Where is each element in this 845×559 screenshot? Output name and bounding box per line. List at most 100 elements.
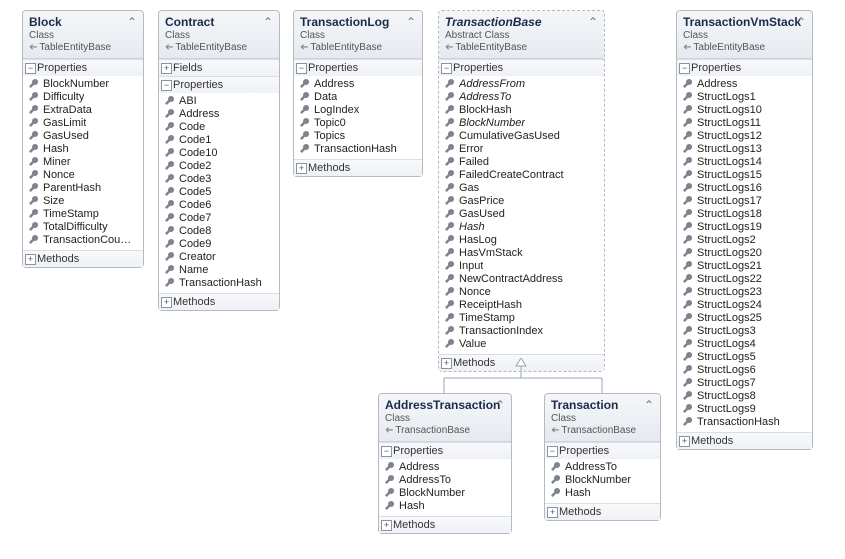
property-item[interactable]: StructLogs22 (683, 273, 808, 286)
minus-icon[interactable]: − (161, 80, 172, 91)
plus-icon[interactable]: + (25, 254, 36, 265)
section-properties[interactable]: −Properties (159, 76, 279, 93)
property-item[interactable]: BlockNumber (551, 474, 656, 487)
minus-icon[interactable]: − (381, 446, 392, 457)
property-item[interactable]: StructLogs14 (683, 156, 808, 169)
property-item[interactable]: GasPrice (445, 195, 600, 208)
section-methods[interactable]: +Methods (677, 432, 812, 449)
property-item[interactable]: Input (445, 260, 600, 273)
property-item[interactable]: Data (300, 91, 418, 104)
property-item[interactable]: StructLogs1 (683, 91, 808, 104)
minus-icon[interactable]: − (547, 446, 558, 457)
property-item[interactable]: HasLog (445, 234, 600, 247)
class-transaction[interactable]: TransactionClass➔TransactionBase⌃−Proper… (544, 393, 661, 521)
property-item[interactable]: FailedCreateContract (445, 169, 600, 182)
section-properties[interactable]: −Properties (23, 59, 143, 76)
class-header[interactable]: ContractClass➔TableEntityBase⌃ (159, 11, 279, 59)
collapse-chevron-icon[interactable]: ⌃ (406, 16, 416, 28)
property-item[interactable]: AddressTo (385, 474, 507, 487)
section-methods[interactable]: +Methods (439, 354, 604, 371)
property-item[interactable]: Code (165, 121, 275, 134)
property-item[interactable]: BlockHash (445, 104, 600, 117)
section-properties[interactable]: −Properties (294, 59, 422, 76)
class-contract[interactable]: ContractClass➔TableEntityBase⌃+Fields−Pr… (158, 10, 280, 311)
property-item[interactable]: ExtraData (29, 104, 139, 117)
section-methods[interactable]: +Methods (23, 250, 143, 267)
property-item[interactable]: HasVmStack (445, 247, 600, 260)
property-item[interactable]: StructLogs8 (683, 390, 808, 403)
property-item[interactable]: TransactionHash (300, 143, 418, 156)
property-item[interactable]: Code6 (165, 199, 275, 212)
section-fields[interactable]: +Fields (159, 59, 279, 76)
property-item[interactable]: StructLogs16 (683, 182, 808, 195)
property-item[interactable]: TotalDifficulty (29, 221, 139, 234)
property-item[interactable]: GasUsed (29, 130, 139, 143)
plus-icon[interactable]: + (679, 436, 690, 447)
collapse-chevron-icon[interactable]: ⌃ (796, 16, 806, 28)
section-methods[interactable]: +Methods (294, 159, 422, 176)
minus-icon[interactable]: − (679, 63, 690, 74)
plus-icon[interactable]: + (296, 163, 307, 174)
property-item[interactable]: Code3 (165, 173, 275, 186)
property-item[interactable]: Name (165, 264, 275, 277)
class-header[interactable]: TransactionLogClass➔TableEntityBase⌃ (294, 11, 422, 59)
property-item[interactable]: StructLogs24 (683, 299, 808, 312)
section-properties[interactable]: −Properties (545, 442, 660, 459)
property-item[interactable]: Topic0 (300, 117, 418, 130)
class-header[interactable]: AddressTransactionClass➔TransactionBase⌃ (379, 394, 511, 442)
property-item[interactable]: StructLogs2 (683, 234, 808, 247)
section-methods[interactable]: +Methods (159, 293, 279, 310)
property-item[interactable]: AddressTo (445, 91, 600, 104)
property-item[interactable]: StructLogs11 (683, 117, 808, 130)
section-methods[interactable]: +Methods (379, 516, 511, 533)
property-item[interactable]: StructLogs5 (683, 351, 808, 364)
property-item[interactable]: NewContractAddress (445, 273, 600, 286)
collapse-chevron-icon[interactable]: ⌃ (127, 16, 137, 28)
property-item[interactable]: TransactionHash (165, 277, 275, 290)
property-item[interactable]: Hash (29, 143, 139, 156)
property-item[interactable]: TransactionHash (683, 416, 808, 429)
property-item[interactable]: Difficulty (29, 91, 139, 104)
property-item[interactable]: GasLimit (29, 117, 139, 130)
property-item[interactable]: StructLogs7 (683, 377, 808, 390)
property-item[interactable]: Code9 (165, 238, 275, 251)
collapse-chevron-icon[interactable]: ⌃ (644, 399, 654, 411)
property-item[interactable]: StructLogs10 (683, 104, 808, 117)
class-header[interactable]: BlockClass➔TableEntityBase⌃ (23, 11, 143, 59)
property-item[interactable]: BlockNumber (29, 78, 139, 91)
plus-icon[interactable]: + (161, 63, 172, 74)
section-properties[interactable]: −Properties (379, 442, 511, 459)
property-item[interactable]: StructLogs13 (683, 143, 808, 156)
class-header[interactable]: TransactionClass➔TransactionBase⌃ (545, 394, 660, 442)
property-item[interactable]: Gas (445, 182, 600, 195)
property-item[interactable]: Code2 (165, 160, 275, 173)
section-properties[interactable]: −Properties (677, 59, 812, 76)
property-item[interactable]: Code8 (165, 225, 275, 238)
property-item[interactable]: Address (300, 78, 418, 91)
property-item[interactable]: Nonce (29, 169, 139, 182)
property-item[interactable]: Hash (385, 500, 507, 513)
property-item[interactable]: StructLogs20 (683, 247, 808, 260)
property-item[interactable]: StructLogs18 (683, 208, 808, 221)
property-item[interactable]: Creator (165, 251, 275, 264)
property-item[interactable]: StructLogs23 (683, 286, 808, 299)
collapse-chevron-icon[interactable]: ⌃ (588, 16, 598, 28)
property-item[interactable]: Address (683, 78, 808, 91)
minus-icon[interactable]: − (441, 63, 452, 74)
class-header[interactable]: TransactionBaseAbstract Class➔TableEntit… (439, 11, 604, 59)
property-item[interactable]: StructLogs15 (683, 169, 808, 182)
class-transactionlog[interactable]: TransactionLogClass➔TableEntityBase⌃−Pro… (293, 10, 423, 177)
property-item[interactable]: Code5 (165, 186, 275, 199)
property-item[interactable]: StructLogs25 (683, 312, 808, 325)
property-item[interactable]: ParentHash (29, 182, 139, 195)
plus-icon[interactable]: + (381, 520, 392, 531)
section-properties[interactable]: −Properties (439, 59, 604, 76)
minus-icon[interactable]: − (25, 63, 36, 74)
property-item[interactable]: Value (445, 338, 600, 351)
property-item[interactable]: AddressTo (551, 461, 656, 474)
property-item[interactable]: Code7 (165, 212, 275, 225)
property-item[interactable]: GasUsed (445, 208, 600, 221)
property-item[interactable]: BlockNumber (445, 117, 600, 130)
class-transactionbase[interactable]: TransactionBaseAbstract Class➔TableEntit… (438, 10, 605, 372)
property-item[interactable]: ReceiptHash (445, 299, 600, 312)
